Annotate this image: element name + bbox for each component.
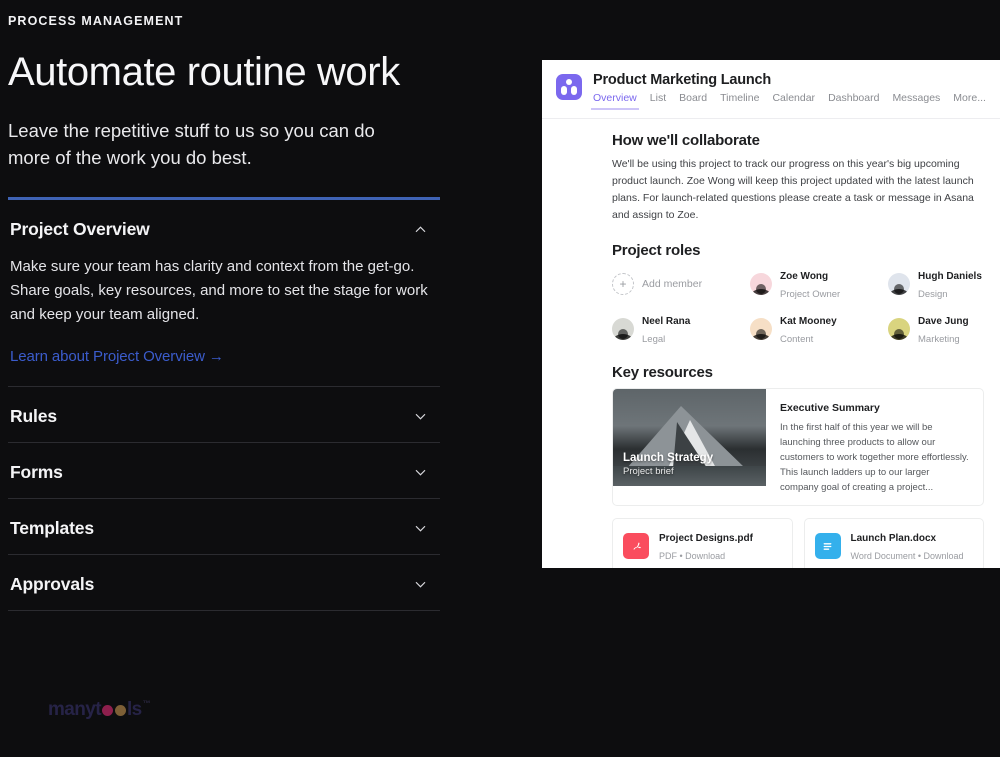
marketing-left-column: PROCESS MANAGEMENT Automate routine work… — [0, 0, 440, 611]
feature-accordion: Project Overview Make sure your team has… — [8, 196, 440, 611]
tab-list[interactable]: List — [650, 92, 666, 109]
project-roles-heading: Project roles — [612, 242, 701, 259]
add-member-plus-icon: + — [612, 273, 634, 295]
eyebrow-label: PROCESS MANAGEMENT — [8, 14, 184, 28]
member-role: Project Owner — [780, 289, 841, 300]
resource-thumb-title: Launch Strategy — [623, 451, 714, 464]
avatar — [888, 318, 910, 340]
avatar — [750, 318, 772, 340]
accordion-label: Project Overview — [10, 218, 150, 239]
avatar — [750, 273, 772, 295]
accordion-label: Forms — [10, 461, 63, 482]
resource-info: Executive Summary In the first half of t… — [766, 389, 983, 505]
collaborate-heading: How we'll collaborate — [612, 132, 760, 149]
tab-overview[interactable]: Overview — [591, 92, 639, 110]
learn-about-project-overview-link[interactable]: Learn about Project Overview → — [10, 348, 224, 365]
attachment-name: Launch Plan.docx — [850, 533, 937, 544]
accordion-item-forms: Forms — [8, 443, 440, 499]
accordion-label: Approvals — [10, 573, 95, 594]
manytools-watermark: many t ls ™ — [48, 699, 151, 721]
chevron-down-icon[interactable] — [413, 521, 428, 536]
accordion-item-rules: Rules — [8, 387, 440, 443]
attachment-list: Project Designs.pdf PDF • Download Launc… — [612, 518, 984, 568]
member-name: Dave Jung — [918, 316, 969, 327]
collaborate-body: We'll be using this project to track our… — [612, 158, 974, 221]
panel-body: How we'll collaborate We'll be using thi… — [542, 119, 1000, 568]
avatar — [612, 318, 634, 340]
chevron-down-icon[interactable] — [413, 577, 428, 592]
watermark-text-2: t — [95, 699, 101, 720]
page-subtitle: Leave the repetitive stuff to us so you … — [8, 119, 375, 168]
tab-board[interactable]: Board — [679, 92, 707, 109]
tab-calendar[interactable]: Calendar — [772, 92, 815, 109]
role-member-dave-jung[interactable]: Dave Jung Marketing — [888, 311, 982, 347]
member-name: Hugh Daniels — [918, 271, 982, 282]
project-logo-icon — [556, 74, 582, 100]
word-file-icon — [814, 533, 841, 559]
accordion-header-approvals[interactable]: Approvals — [8, 555, 440, 610]
resource-description: In the first half of this year we will b… — [780, 422, 969, 493]
panel-header: Product Marketing Launch Overview List B… — [542, 60, 1000, 119]
role-member-zoe-wong[interactable]: Zoe Wong Project Owner — [750, 266, 888, 302]
add-member-button[interactable]: + Add member — [612, 266, 750, 302]
member-role: Design — [918, 289, 948, 300]
member-name: Kat Mooney — [780, 316, 837, 327]
tab-more[interactable]: More... — [953, 92, 986, 109]
accordion-item-templates: Templates — [8, 499, 440, 555]
member-name: Neel Rana — [642, 316, 691, 327]
project-roles-grid: + Add member Zoe Wong Project Owner Hugh… — [612, 266, 982, 347]
page-title: Automate routine work — [8, 50, 400, 94]
accordion-header-rules[interactable]: Rules — [8, 387, 440, 442]
pdf-file-icon — [623, 533, 649, 559]
chevron-down-icon[interactable] — [413, 465, 428, 480]
watermark-text-3: ls — [126, 699, 142, 720]
chevron-up-icon[interactable] — [413, 222, 428, 237]
project-tab-bar: Overview List Board Timeline Calendar Da… — [591, 92, 986, 110]
project-title: Product Marketing Launch — [593, 72, 772, 88]
accordion-item-approvals: Approvals — [8, 555, 440, 611]
key-resources-heading: Key resources — [612, 364, 713, 381]
role-member-hugh-daniels[interactable]: Hugh Daniels Design — [888, 266, 982, 302]
chevron-down-icon[interactable] — [413, 409, 428, 424]
accordion-body-project-overview: Make sure your team has clarity and cont… — [8, 255, 440, 386]
accordion-header-project-overview[interactable]: Project Overview — [8, 200, 440, 255]
attachment-meta: Word Document • Download — [850, 551, 964, 561]
member-name: Zoe Wong — [780, 271, 829, 282]
role-member-kat-mooney[interactable]: Kat Mooney Content — [750, 311, 888, 347]
tab-dashboard[interactable]: Dashboard — [828, 92, 879, 109]
resource-thumbnail-mountain-image: Launch Strategy Project brief — [613, 389, 766, 486]
accordion-item-project-overview: Project Overview Make sure your team has… — [8, 200, 440, 387]
attachment-name: Project Designs.pdf — [659, 533, 753, 544]
accordion-body-text: Make sure your team has clarity and cont… — [10, 257, 428, 324]
member-role: Marketing — [918, 334, 960, 345]
member-role: Legal — [642, 334, 666, 345]
role-member-neel-rana[interactable]: Neel Rana Legal — [612, 311, 750, 347]
attachment-launch-plan-docx[interactable]: Launch Plan.docx Word Document • Downloa… — [803, 518, 984, 568]
attachment-meta: PDF • Download — [659, 551, 726, 561]
tab-timeline[interactable]: Timeline — [720, 92, 759, 109]
watermark-trademark: ™ — [142, 699, 151, 708]
watermark-dot-pink — [101, 704, 113, 716]
watermark-dot-tan — [114, 704, 126, 716]
asana-project-preview-panel: Product Marketing Launch Overview List B… — [542, 60, 1000, 568]
watermark-text-1: many — [48, 699, 96, 720]
resource-card-launch-strategy[interactable]: Launch Strategy Project brief Executive … — [612, 388, 984, 506]
accordion-label: Templates — [10, 517, 94, 538]
add-member-label: Add member — [642, 278, 703, 290]
tab-messages[interactable]: Messages — [892, 92, 940, 109]
resource-thumb-subtitle: Project brief — [623, 465, 674, 477]
avatar — [888, 273, 910, 295]
accordion-header-templates[interactable]: Templates — [8, 499, 440, 554]
accordion-label: Rules — [10, 405, 57, 426]
accordion-header-forms[interactable]: Forms — [8, 443, 440, 498]
attachment-project-designs-pdf[interactable]: Project Designs.pdf PDF • Download — [612, 518, 793, 568]
member-role: Content — [780, 334, 814, 345]
resource-title: Executive Summary — [780, 402, 880, 414]
